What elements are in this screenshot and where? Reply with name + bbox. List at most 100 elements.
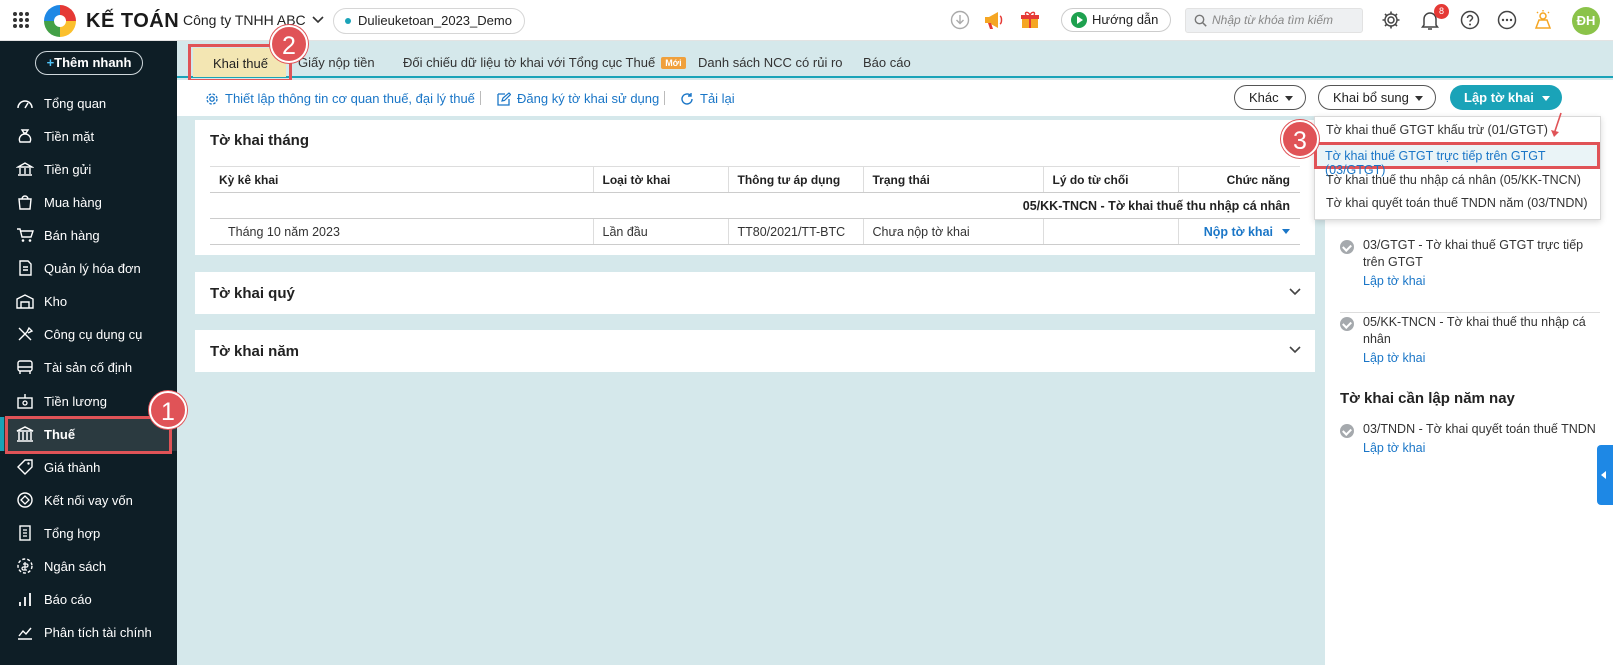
chevron-down-icon[interactable] [1289, 346, 1301, 354]
search-placeholder: Nhập từ khóa tìm kiếm [1212, 13, 1333, 27]
more-icon[interactable] [1497, 10, 1517, 30]
create-declaration-button[interactable]: Lập tờ khai [1450, 85, 1562, 110]
sidebar-item-label: Tổng hợp [44, 526, 101, 541]
gear-icon [206, 92, 218, 105]
summary-icon [19, 525, 31, 541]
sidebar-item-label: Báo cáo [44, 592, 92, 607]
menu-item-03-gtgt[interactable]: Tờ khai thuế GTGT trực tiếp trên GTGT (0… [1314, 142, 1600, 177]
tab-bao-cao[interactable]: Báo cáo [863, 55, 911, 70]
dataset-name: Dulieuketoan_2023_Demo [358, 13, 512, 28]
reload-link[interactable]: Tải lại [680, 91, 735, 106]
sidebar-item-label: Ngân sách [44, 559, 107, 574]
shopping-bag-icon [18, 195, 32, 210]
gift-icon[interactable] [1020, 10, 1040, 30]
sidebar-item-tien-mat[interactable]: Tiền mặt [0, 119, 177, 153]
check-circle-icon [1340, 424, 1354, 438]
chevron-down-icon[interactable] [1289, 288, 1301, 296]
download-icon[interactable] [950, 10, 970, 30]
asset-icon [17, 360, 33, 374]
supplement-button[interactable]: Khai bổ sung [1318, 85, 1436, 110]
tab-giay-nop-tien[interactable]: Giấy nộp tiền [298, 55, 375, 70]
sidebar-item-quan-ly-hoa-don[interactable]: Quản lý hóa đơn [0, 251, 177, 285]
reload-link-label: Tải lại [700, 91, 735, 106]
panel-title: Tờ khai tháng [210, 132, 310, 149]
tab-bar: Giấy nộp tiền Đối chiếu dữ liệu tờ khai … [177, 41, 1613, 78]
column-header: Lý do từ chối [1043, 166, 1179, 193]
analysis-icon [18, 627, 32, 640]
user-avatar[interactable]: ĐH [1572, 7, 1600, 35]
menu-item-01-gtgt[interactable]: Tờ khai thuế GTGT khấu trừ (01/GTGT) [1326, 123, 1548, 137]
sidebar-item-label: Tổng quan [44, 96, 107, 111]
sidebar-item-label: Kho [44, 294, 68, 309]
sidebar-item-ket-noi-vay-von[interactable]: Kết nối vay vốn [0, 483, 177, 517]
help-icon[interactable] [1460, 10, 1480, 30]
pointer-arrow-icon [1551, 112, 1562, 137]
sidebar-item-tai-san-co-dinh[interactable]: Tài sản cố định [0, 350, 177, 384]
menu-item-03-tndn[interactable]: Tờ khai quyết toán thuế TNDN năm (03/TND… [1326, 196, 1588, 210]
sidebar-item-label: Công cụ dụng cụ [44, 327, 143, 342]
sidebar-item-cong-cu-dung-cu[interactable]: Công cụ dụng cụ [0, 317, 177, 351]
sidebar-item-mua-hang[interactable]: Mua hàng [0, 185, 177, 219]
step-marker-3: 3 [1281, 120, 1319, 158]
app-grid-icon[interactable] [12, 11, 30, 29]
sidebar-item-label: Bán hàng [44, 228, 100, 243]
table-header-row: Kỳ kê khai Loại tờ khai Thông tư áp dụng… [210, 166, 1300, 193]
table-group-row: 05/KK-TNCN - Tờ khai thuế thu nhập cá nh… [210, 192, 1300, 219]
sidebar-item-label: Tiền lương [44, 394, 107, 409]
step-marker-1: 1 [149, 391, 187, 429]
notification-badge: 8 [1434, 4, 1449, 19]
step-marker-2: 2 [270, 25, 308, 63]
quick-add-button[interactable]: +Thêm nhanh [35, 51, 143, 75]
setup-tax-info-link[interactable]: Thiết lập thông tin cơ quan thuế, đại lý… [205, 91, 475, 106]
sidebar-item-ban-hang[interactable]: Bán hàng [0, 218, 177, 252]
sidebar-item-phan-tich-tai-chinh[interactable]: Phân tích tài chính [0, 615, 177, 649]
create-link[interactable]: Lập tờ khai [1363, 273, 1600, 290]
create-link[interactable]: Lập tờ khai [1363, 440, 1600, 457]
logo-mark-icon [44, 5, 76, 37]
sidebar-item-ngan-sach[interactable]: Ngân sách [0, 549, 177, 583]
column-header: Thông tư áp dụng [728, 166, 864, 193]
sidebar-item-label: Tiền mặt [44, 129, 95, 144]
quarterly-declarations-panel[interactable]: Tờ khai quý [195, 272, 1315, 314]
megaphone-icon[interactable] [983, 10, 1005, 30]
sidebar-item-bao-cao[interactable]: Báo cáo [0, 582, 177, 616]
group-label: 05/KK-TNCN - Tờ khai thuế thu nhập cá nh… [210, 192, 1300, 219]
panel-title: Tờ khai quý [210, 285, 295, 302]
search-input[interactable]: Nhập từ khóa tìm kiếm [1185, 8, 1363, 33]
sidebar-item-kho[interactable]: Kho [0, 284, 177, 318]
play-icon [1071, 12, 1087, 28]
sidebar-item-tong-quan[interactable]: Tổng quan [0, 86, 177, 120]
dataset-selector[interactable]: Dulieuketoan_2023_Demo [333, 8, 525, 34]
cell-action: Nộp tờ khai [1178, 218, 1300, 245]
tab-danh-sach-ncc[interactable]: Danh sách NCC có rủi ro [698, 55, 843, 70]
sidebar-item-label: Tài sản cố định [44, 360, 133, 375]
submit-declaration-link[interactable]: Nộp tờ khai [1204, 225, 1290, 239]
pending-declaration-item: 03/TNDN - Tờ khai quyết toán thuế TNDN L… [1340, 421, 1600, 457]
yearly-declarations-panel[interactable]: Tờ khai năm [195, 330, 1315, 372]
panel-title: Tờ khai năm [210, 343, 300, 360]
budget-icon [17, 558, 33, 574]
gear-icon[interactable] [1381, 10, 1401, 30]
company-selector[interactable]: Công ty TNHH ABC [183, 12, 324, 28]
invoice-icon [19, 260, 32, 276]
section-heading: Tờ khai cần lập năm nay [1340, 390, 1515, 407]
price-tag-icon [17, 459, 33, 475]
collapse-panel-tab[interactable] [1597, 445, 1613, 505]
create-link[interactable]: Lập tờ khai [1363, 350, 1600, 367]
quick-add-label: Thêm nhanh [54, 55, 132, 70]
money-bag-icon [18, 129, 32, 143]
location-sun-icon[interactable] [1533, 10, 1553, 30]
sidebar-item-gia-thanh[interactable]: Giá thành [0, 450, 177, 484]
sidebar-item-tong-hop[interactable]: Tổng hợp [0, 516, 177, 550]
app-logo[interactable]: KẾ TOÁN [44, 5, 179, 37]
logo-text: KẾ TOÁN [86, 9, 180, 32]
cell-status: Chưa nộp tờ khai [863, 218, 1044, 245]
register-declaration-link[interactable]: Đăng ký tờ khai sử dụng [497, 91, 659, 106]
sidebar-item-tien-gui[interactable]: Tiền gửi [0, 152, 177, 186]
other-button[interactable]: Khác [1234, 85, 1306, 110]
tools-icon [18, 326, 34, 341]
guide-button[interactable]: Hướng dẫn [1061, 8, 1172, 32]
column-header: Loại tờ khai [593, 166, 729, 193]
tab-doi-chieu[interactable]: Đối chiếu dữ liệu tờ khai với Tổng cục T… [403, 55, 686, 70]
table-row[interactable]: Tháng 10 năm 2023 Lần đầu TT80/2021/TT-B… [210, 218, 1300, 245]
